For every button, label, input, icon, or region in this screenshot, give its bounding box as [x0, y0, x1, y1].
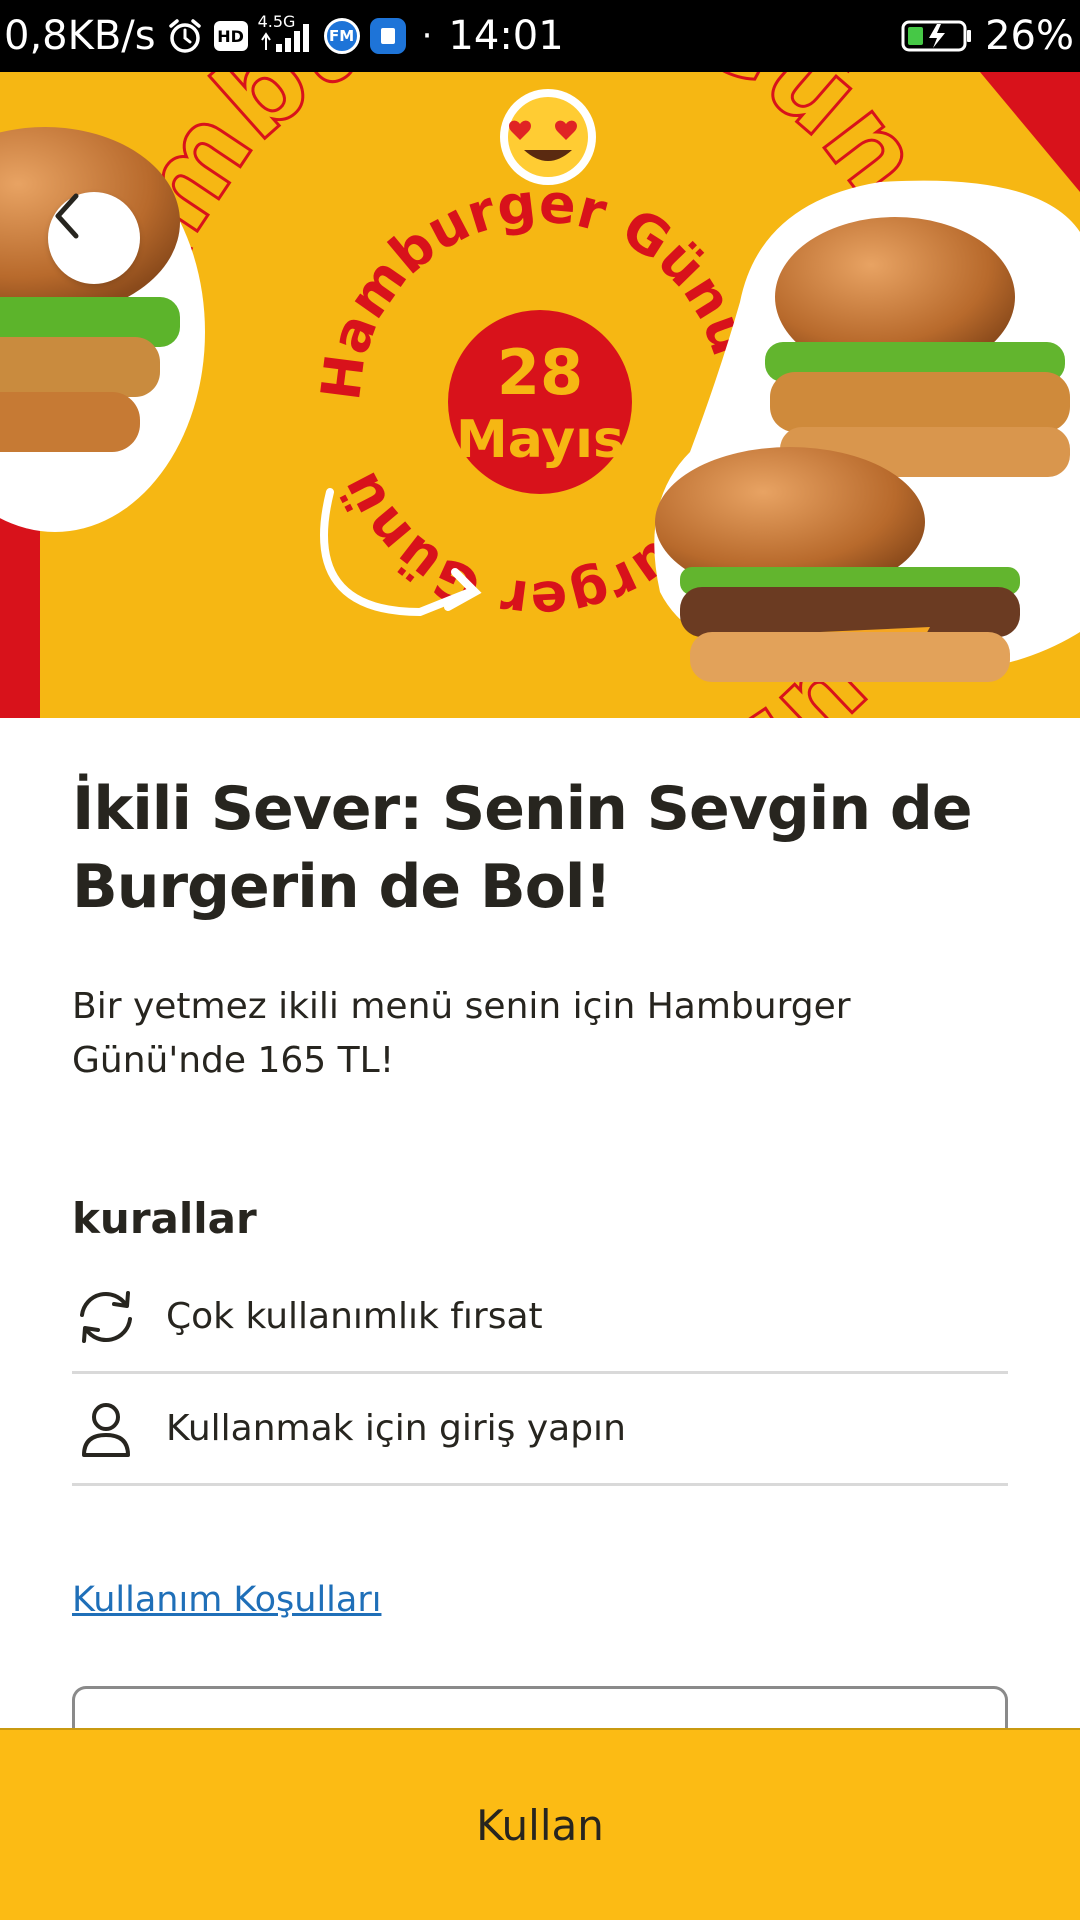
hero-artwork: Hamburger Günü Hamburger Hamburger Günü … [0, 72, 1080, 718]
rule-item-login: Kullanmak için giriş yapın [72, 1374, 1008, 1486]
terms-link[interactable]: Kullanım Koşulları [72, 1580, 381, 1620]
heart-eyes-emoji-icon [500, 89, 596, 185]
chevron-left-icon [55, 193, 79, 239]
user-icon [72, 1393, 144, 1465]
battery-percent: 26% [985, 13, 1074, 59]
notification-dot: · [421, 16, 433, 56]
back-button[interactable] [48, 192, 140, 284]
offer-title: İkili Sever: Senin Sevgin de Burgerin de… [72, 774, 973, 922]
screen: 0,8KB/s HD 4.5G FM · 14:01 26% mb ün Ham… [0, 0, 1080, 1920]
notes-app-icon [369, 18, 406, 54]
hd-icon: HD [213, 21, 248, 51]
rule-item-multi-use: Çok kullanımlık fırsat [72, 1262, 1008, 1374]
rules-heading: kurallar [72, 1194, 257, 1243]
use-button[interactable]: Kullan [0, 1728, 1080, 1920]
rule-label: Kullanmak için giriş yapın [166, 1408, 626, 1449]
status-bar: 0,8KB/s HD 4.5G FM · 14:01 26% [0, 0, 1080, 72]
badge-month: Mayıs [456, 410, 624, 470]
alarm-icon [166, 17, 204, 55]
offer-description: Bir yetmez ikili menü senin için Hamburg… [72, 986, 851, 1081]
signal-icon: 4.5G [258, 12, 314, 54]
refresh-icon [72, 1281, 144, 1353]
rule-label: Çok kullanımlık fırsat [166, 1296, 543, 1337]
network-type: 4.5G [257, 12, 296, 31]
use-button-label: Kullan [476, 1800, 604, 1850]
status-time: 14:01 [448, 13, 564, 59]
battery-charging-icon [901, 18, 973, 54]
hero-banner: Hamburger Günü Hamburger Hamburger Günü … [0, 72, 1080, 718]
fm-app-icon: FM [323, 18, 360, 54]
badge-day: 28 [497, 336, 583, 409]
network-speed: 0,8KB/s [4, 13, 156, 59]
